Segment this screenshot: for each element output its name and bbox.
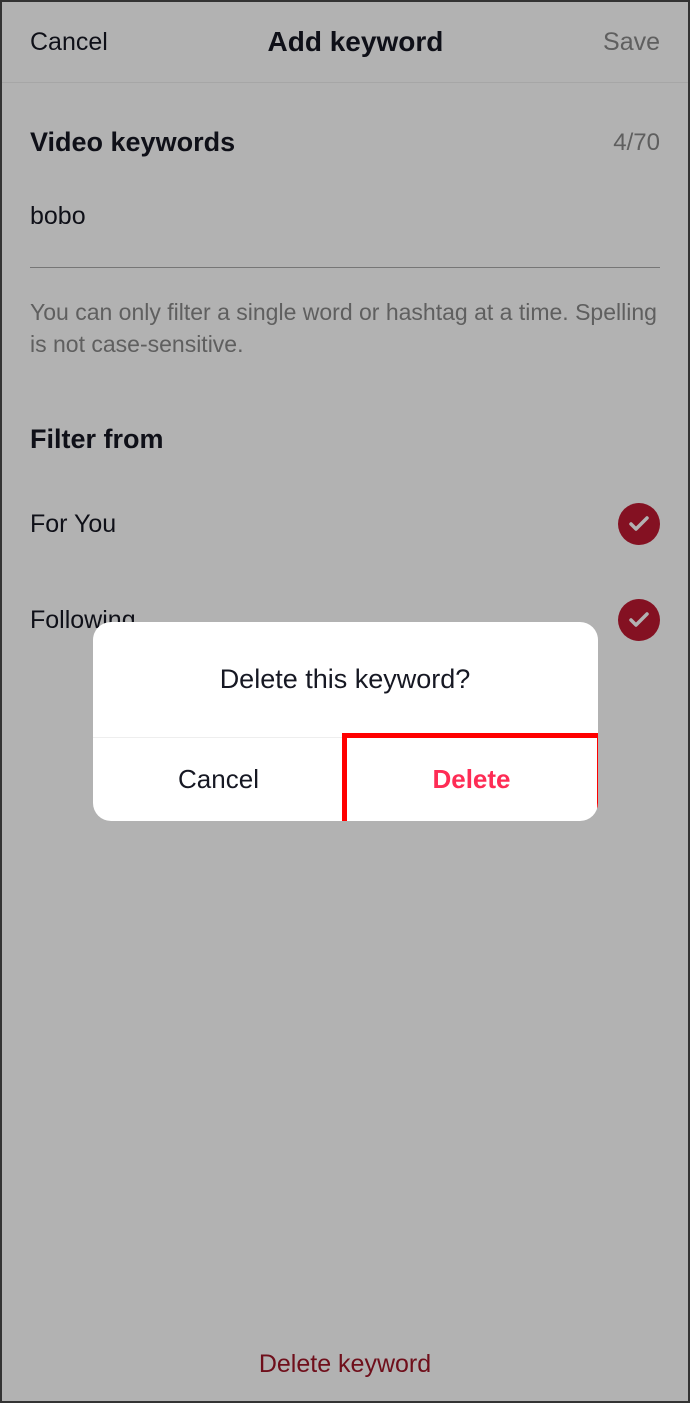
delete-confirm-dialog: Delete this keyword? Cancel Delete <box>93 622 598 821</box>
dialog-delete-label: Delete <box>432 764 510 794</box>
dialog-actions: Cancel Delete <box>93 737 598 821</box>
dialog-cancel-button[interactable]: Cancel <box>93 738 346 821</box>
dialog-title: Delete this keyword? <box>93 622 598 737</box>
dialog-delete-button[interactable]: Delete <box>346 738 598 821</box>
modal-overlay[interactable]: Delete this keyword? Cancel Delete <box>2 2 688 1401</box>
